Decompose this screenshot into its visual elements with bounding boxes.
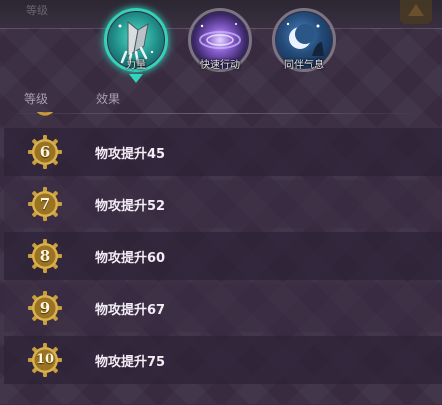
effect-text: 物攻提升45 (95, 147, 166, 162)
tab-quick-action-label: 快速行动 (200, 60, 240, 71)
level-number: 6 (39, 143, 51, 161)
table-row: 7 物攻提升52 (4, 180, 442, 228)
up-arrow-icon[interactable] (400, 0, 432, 24)
level-number: 9 (39, 299, 51, 317)
level-badge: 9 (28, 291, 62, 325)
tab-companion-aura[interactable]: 同伴气息 (272, 8, 336, 72)
tab-strength-label: 力量 (126, 60, 146, 71)
effect-text: 物攻提升52 (95, 199, 166, 214)
background-level-label: 等级 (26, 4, 48, 17)
level-column-header: 等级 (24, 92, 49, 106)
tab-strength[interactable]: 力量 (104, 8, 168, 83)
tab-companion-aura-label: 同伴气息 (284, 60, 324, 71)
table-row: 10 物攻提升75 (4, 336, 442, 384)
level-number: 8 (39, 247, 51, 265)
tab-quick-action[interactable]: 快速行动 (188, 8, 252, 72)
level-number: 7 (39, 195, 51, 213)
gear-icon (32, 112, 58, 120)
level-badge: 6 (28, 135, 62, 169)
header-divider (4, 113, 424, 114)
table-header: 等级 效果 (0, 88, 442, 114)
table-row: 6 物攻提升45 (4, 128, 442, 176)
table-row: 8 物攻提升60 (4, 232, 442, 280)
level-number: 10 (35, 352, 55, 367)
effect-column-header: 效果 (96, 92, 121, 106)
active-tab-pointer (129, 74, 143, 83)
effect-text: 物攻提升60 (95, 251, 166, 266)
effect-text: 物攻提升67 (95, 303, 166, 318)
level-badge: 8 (28, 239, 62, 273)
level-badge: 7 (28, 187, 62, 221)
effect-text: 物攻提升75 (95, 355, 166, 370)
level-badge: 10 (28, 343, 62, 377)
table-row: 9 物攻提升67 (4, 284, 442, 332)
